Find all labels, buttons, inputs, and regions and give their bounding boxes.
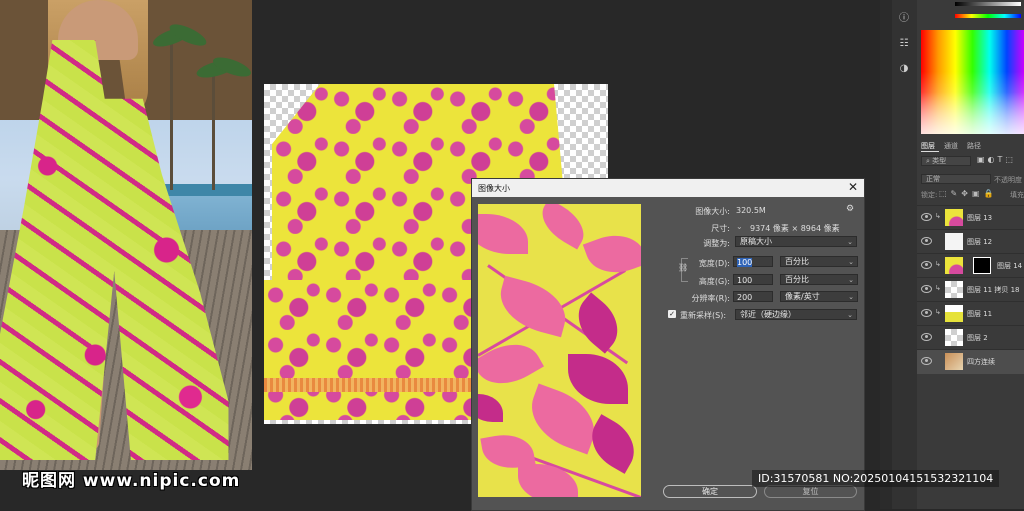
resample-checkbox[interactable]: ✓ (668, 310, 676, 318)
lock-label: 锁定: (921, 191, 938, 199)
eye-icon[interactable] (921, 309, 932, 317)
eye-icon[interactable] (921, 237, 932, 245)
clip-arrow-icon: ↳ (935, 284, 941, 292)
layer-row[interactable]: 图层 12 (917, 229, 1024, 254)
dialog-titlebar[interactable]: 图像大小 ✕ (472, 179, 864, 197)
layer-row[interactable]: 图层 2 (917, 325, 1024, 350)
layer-thumbnail (945, 305, 963, 322)
fabric-pattern-piece (264, 280, 474, 420)
layer-row[interactable]: ↳ 图层 11 (917, 301, 1024, 326)
ok-button[interactable]: 确定 (663, 485, 757, 498)
panel-collapse-strip[interactable] (880, 0, 892, 509)
chevron-down-icon: ⌄ (848, 293, 854, 301)
blend-mode-select[interactable]: 正常 (921, 174, 991, 184)
image-size-dialog: 图像大小 ✕ 图像大小: 320.5M ⚙ 尺寸: ⌄ 9374 像素 × 89… (471, 178, 865, 511)
eye-icon[interactable] (921, 357, 932, 365)
image-preview[interactable] (478, 204, 641, 497)
layer-thumbnail (945, 209, 963, 226)
chevron-down-icon: ⌄ (848, 258, 854, 266)
active-tab-underline (921, 151, 939, 152)
resolution-label: 分辨率(R): (691, 294, 731, 303)
tab-channels[interactable]: 通道 (944, 141, 958, 151)
image-size-label: 图像大小: (695, 207, 730, 216)
gear-icon[interactable]: ⚙ (846, 204, 854, 214)
resolution-input[interactable]: 200 (733, 291, 773, 302)
layer-row[interactable]: ↳ 图层 14 (917, 253, 1024, 278)
fit-to-value: 原稿大小 (740, 237, 772, 246)
eye-icon[interactable] (921, 213, 932, 221)
layer-thumbnail (945, 353, 963, 370)
eye-icon[interactable] (921, 333, 932, 341)
height-input[interactable]: 100 (733, 274, 773, 285)
tab-paths[interactable]: 路径 (967, 141, 981, 151)
resample-select[interactable]: 邻近（硬边缘） ⌄ (735, 309, 857, 320)
layer-row-selected[interactable]: 四方连续 (917, 349, 1024, 374)
layer-thumbnail (945, 257, 963, 274)
layer-filter-input[interactable]: ⌕ 类型 (921, 156, 971, 166)
fabric-border-band (264, 378, 474, 392)
layer-thumbnail (945, 281, 963, 298)
site-watermark: 昵图网 www.nipic.com (22, 466, 240, 491)
fit-to-select[interactable]: 原稿大小 ⌄ (735, 236, 857, 247)
fill-label: 填充 (1010, 191, 1024, 199)
resample-label: 重新采样(S): (680, 311, 727, 320)
layer-filter-icons[interactable]: ▣◐T⬚ (977, 155, 1016, 164)
width-unit-select[interactable]: 百分比 ⌄ (780, 256, 858, 267)
opacity-label: 不透明度 (994, 176, 1022, 184)
resolution-unit-select[interactable]: 像素/英寸 ⌄ (780, 291, 858, 302)
layer-row[interactable]: ↳ 图层 13 (917, 205, 1024, 230)
reference-photo (0, 0, 252, 470)
width-label: 宽度(D): (698, 259, 730, 268)
info-icon[interactable]: ⓘ (895, 10, 913, 28)
tab-layers[interactable]: 图层 (921, 141, 935, 151)
color-spectrum[interactable] (921, 30, 1024, 134)
eye-icon[interactable] (921, 261, 932, 269)
panel-icon-bar: ⓘ ☷ ◑ (892, 0, 917, 509)
layer-row[interactable]: ↳ 图层 11 拷贝 18 (917, 277, 1024, 302)
lock-icons[interactable]: ⬚✎✥▣🔒 (939, 189, 997, 198)
eye-icon[interactable] (921, 285, 932, 293)
watermark-url: www.nipic.com (82, 471, 241, 491)
dimensions-label: 尺寸: (711, 224, 730, 233)
clip-arrow-icon: ↳ (935, 260, 941, 268)
layer-thumbnail (945, 233, 963, 250)
chevron-down-icon: ⌄ (847, 238, 853, 246)
chevron-down-icon[interactable]: ⌄ (736, 222, 743, 231)
fit-to-label: 调整为: (703, 239, 730, 248)
image-size-value: 320.5M (736, 206, 766, 215)
clip-arrow-icon: ↳ (935, 308, 941, 316)
dimensions-value: 9374 像素 × 8964 像素 (750, 224, 840, 233)
height-label: 高度(G): (698, 277, 730, 286)
color-and-layers-panel: 图层 通道 路径 ⌕ 类型 ▣◐T⬚ 正常 不透明度 锁定: ⬚✎✥▣🔒 填充 … (917, 0, 1024, 509)
adjustments-icon[interactable]: ☷ (895, 35, 913, 53)
chevron-down-icon: ⌄ (847, 311, 853, 319)
width-input[interactable]: 100 (733, 256, 773, 267)
layer-mask-thumbnail[interactable] (973, 257, 991, 274)
close-icon[interactable]: ✕ (848, 180, 858, 194)
chevron-down-icon: ⌄ (848, 276, 854, 284)
contrast-icon[interactable]: ◑ (895, 60, 913, 78)
clip-arrow-icon: ↳ (935, 212, 941, 220)
layer-thumbnail (945, 329, 963, 346)
height-unit-select[interactable]: 百分比 ⌄ (780, 274, 858, 285)
image-id-watermark: ID:31570581 NO:20250104151532321104 (752, 470, 1000, 487)
watermark-logo: 昵图网 (22, 471, 76, 491)
dialog-title: 图像大小 (478, 184, 510, 193)
